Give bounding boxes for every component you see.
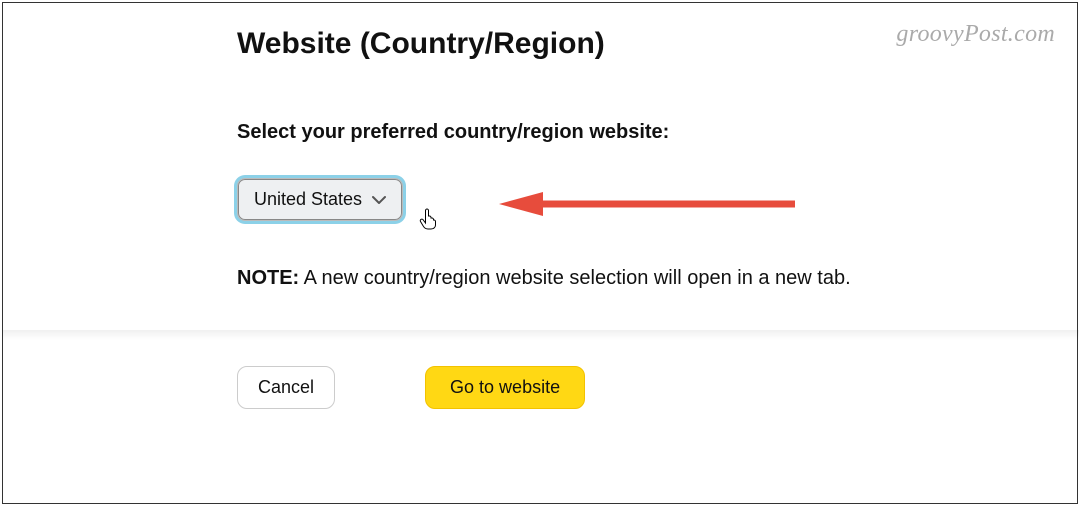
note-prefix: NOTE: (237, 267, 299, 289)
content-area: Website (Country/Region) Select your pre… (3, 3, 1077, 409)
dropdown-selected-value: United States (254, 189, 362, 210)
annotation-arrow-icon (499, 190, 799, 218)
section-divider (3, 330, 1079, 340)
dialog-frame: groovyPost.com Website (Country/Region) … (2, 2, 1078, 504)
watermark-text: groovyPost.com (896, 21, 1055, 48)
dropdown-row: United States (237, 178, 1077, 221)
action-bar: Cancel Go to website (237, 366, 1077, 409)
chevron-down-icon (372, 193, 386, 207)
pointer-cursor-icon (419, 208, 437, 230)
cancel-button[interactable]: Cancel (237, 366, 335, 409)
country-region-dropdown[interactable]: United States (237, 178, 403, 221)
note-body: A new country/region website selection w… (299, 267, 850, 289)
note-text: NOTE: A new country/region website selec… (237, 267, 1077, 290)
field-label: Select your preferred country/region web… (237, 121, 1077, 144)
go-to-website-button[interactable]: Go to website (425, 366, 585, 409)
